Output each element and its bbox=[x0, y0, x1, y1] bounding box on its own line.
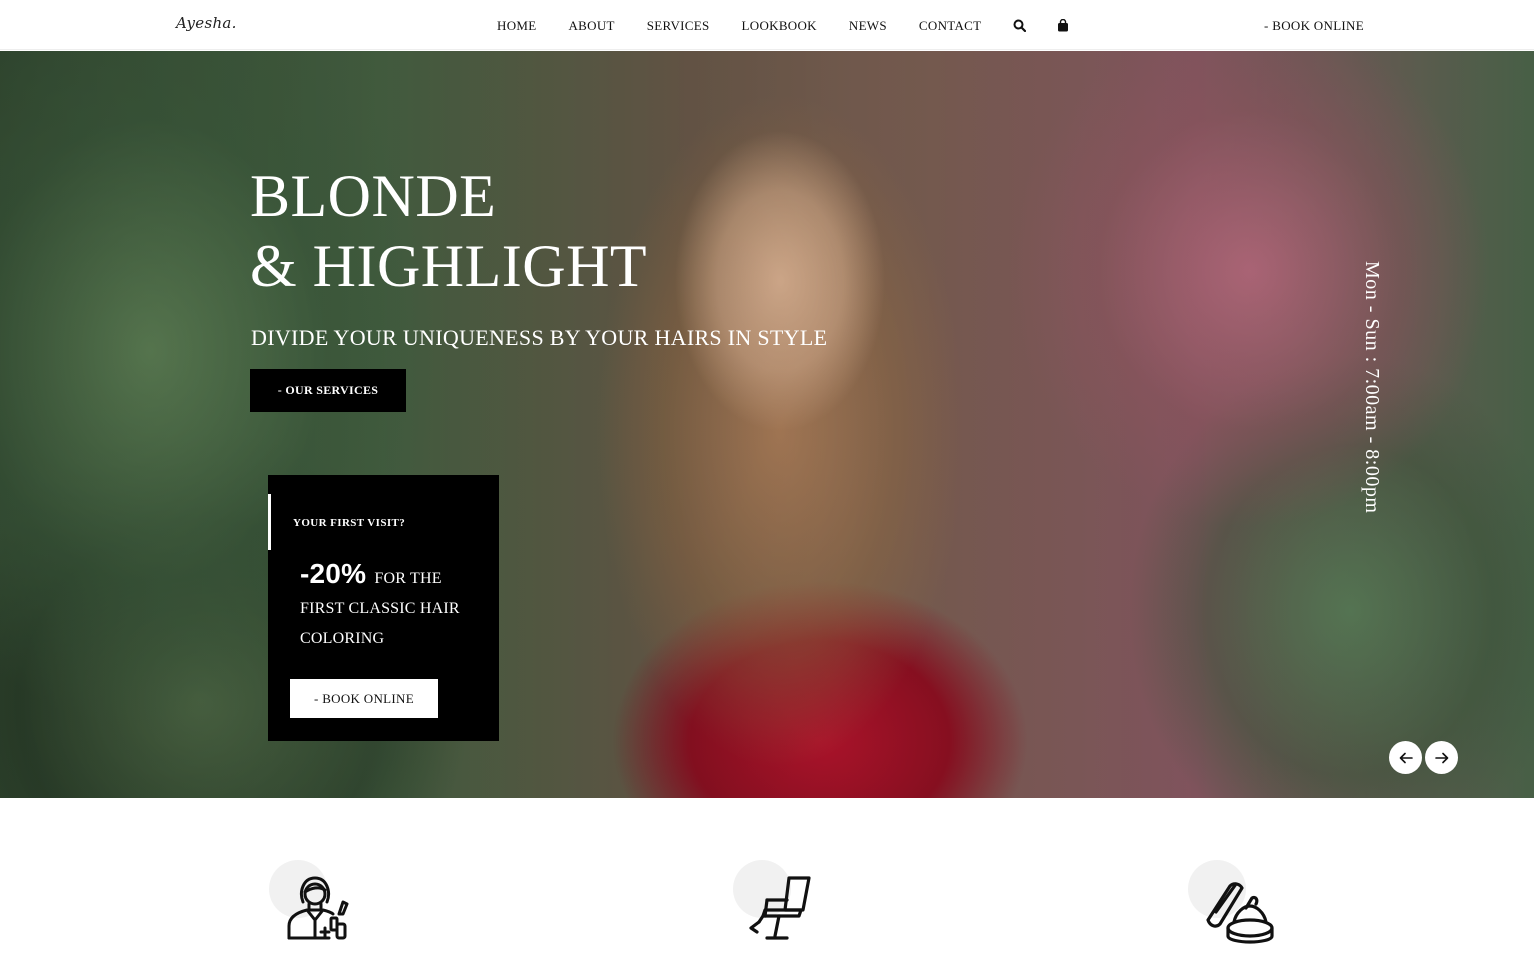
arrow-right-icon bbox=[1434, 752, 1448, 763]
nav-home[interactable]: HOME bbox=[497, 18, 536, 34]
nav-news[interactable]: NEWS bbox=[849, 18, 887, 34]
book-online-link[interactable]: - BOOK ONLINE bbox=[1264, 18, 1364, 34]
promo-book-online-button[interactable]: - BOOK ONLINE bbox=[290, 679, 438, 718]
arrow-left-icon bbox=[1399, 752, 1413, 763]
stylist-icon bbox=[287, 876, 349, 940]
opening-hours: Mon - Sun : 7:00am - 8:00pm bbox=[1361, 261, 1383, 514]
salon-chair-icon bbox=[749, 876, 811, 940]
nav-about[interactable]: ABOUT bbox=[568, 18, 614, 34]
hero-subtitle: DIVIDE YOUR UNIQUENESS BY YOUR HAIRS IN … bbox=[251, 325, 828, 350]
feature-stylist bbox=[269, 860, 369, 950]
promo-discount: -20% bbox=[300, 558, 367, 589]
promo-text: -20% FOR THE FIRST CLASSIC HAIR COLORING bbox=[300, 559, 490, 654]
feature-salon-chair bbox=[733, 860, 833, 950]
slider-next-button[interactable] bbox=[1425, 741, 1458, 774]
shopping-bag-icon[interactable] bbox=[1057, 19, 1071, 33]
cosmetics-icon bbox=[1206, 882, 1274, 944]
our-services-button[interactable]: - OUR SERVICES bbox=[250, 369, 406, 412]
nav-services[interactable]: SERVICES bbox=[647, 18, 710, 34]
logo[interactable]: Ayesha. bbox=[176, 14, 237, 32]
nav-lookbook[interactable]: LOOKBOOK bbox=[742, 18, 817, 34]
nav-contact[interactable]: CONTACT bbox=[919, 18, 981, 34]
search-icon[interactable] bbox=[1013, 19, 1027, 33]
hero-title-line2: & HIGHLIGHT bbox=[250, 233, 648, 299]
hero-title: BLONDE & HIGHLIGHT bbox=[250, 161, 647, 301]
site-header: Ayesha. HOME ABOUT SERVICES LOOKBOOK NEW… bbox=[0, 0, 1534, 50]
promo-accent-bar bbox=[268, 494, 271, 550]
hero-title-line1: BLONDE bbox=[250, 163, 497, 229]
first-visit-promo: YOUR FIRST VISIT? -20% FOR THE FIRST CLA… bbox=[268, 475, 499, 741]
promo-label: YOUR FIRST VISIT? bbox=[293, 517, 406, 529]
feature-cosmetics bbox=[1188, 860, 1288, 950]
hero-background-image bbox=[0, 51, 1534, 798]
main-nav: HOME ABOUT SERVICES LOOKBOOK NEWS CONTAC… bbox=[497, 18, 1101, 34]
hero-slider: BLONDE & HIGHLIGHT DIVIDE YOUR UNIQUENES… bbox=[0, 51, 1534, 798]
slider-prev-button[interactable] bbox=[1389, 741, 1422, 774]
